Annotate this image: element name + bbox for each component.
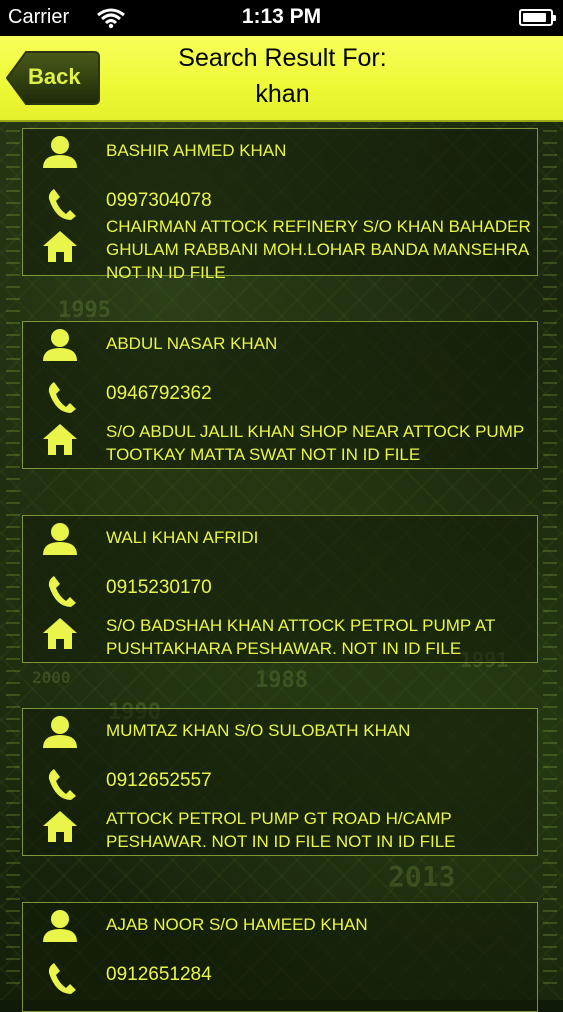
person-icon	[41, 909, 79, 943]
result-card[interactable]: AJAB NOOR S/O HAMEED KHAN 0912651284	[22, 902, 538, 1012]
phone-icon[interactable]	[41, 380, 79, 414]
contact-name: ABDUL NASAR KHAN	[106, 334, 278, 353]
home-icon	[41, 422, 79, 456]
contact-phone[interactable]: 0912651284	[106, 964, 212, 986]
person-icon	[41, 715, 79, 749]
contact-phone[interactable]: 0997304078	[106, 190, 212, 212]
person-icon	[41, 522, 79, 556]
contact-phone[interactable]: 0946792362	[106, 383, 212, 405]
results-list: BASHIR AHMED KHAN 0997304078 CHAIRMAN AT…	[0, 0, 563, 1012]
result-card[interactable]: BASHIR AHMED KHAN 0997304078 CHAIRMAN AT…	[22, 128, 538, 282]
home-icon	[41, 229, 79, 263]
result-card[interactable]: ABDUL NASAR KHAN 0946792362 S/O ABDUL JA…	[22, 321, 538, 469]
home-icon	[41, 616, 79, 650]
contact-phone[interactable]: 0912652557	[106, 770, 212, 792]
result-card[interactable]: MUMTAZ KHAN S/O SULOBATH KHAN 0912652557…	[22, 708, 538, 856]
phone-icon[interactable]	[41, 961, 79, 995]
contact-address: ATTOCK PETROL PUMP GT ROAD H/CAMP PESHAW…	[106, 809, 456, 851]
contact-name: AJAB NOOR S/O HAMEED KHAN	[106, 915, 368, 934]
result-card[interactable]: WALI KHAN AFRIDI 0915230170 S/O BADSHAH …	[22, 515, 538, 663]
phone-icon[interactable]	[41, 767, 79, 801]
phone-icon[interactable]	[41, 187, 79, 221]
contact-address: CHAIRMAN ATTOCK REFINERY S/O KHAN BAHADE…	[106, 217, 531, 282]
contact-phone[interactable]: 0915230170	[106, 577, 212, 599]
contact-address: S/O BADSHAH KHAN ATTOCK PETROL PUMP AT P…	[106, 616, 495, 658]
person-icon	[41, 135, 79, 169]
person-icon	[41, 328, 79, 362]
contact-name: BASHIR AHMED KHAN	[106, 141, 287, 160]
home-icon	[41, 809, 79, 843]
contact-name: WALI KHAN AFRIDI	[106, 528, 259, 547]
phone-icon[interactable]	[41, 574, 79, 608]
contact-name: MUMTAZ KHAN S/O SULOBATH KHAN	[106, 721, 411, 740]
contact-address: S/O ABDUL JALIL KHAN SHOP NEAR ATTOCK PU…	[106, 422, 524, 464]
